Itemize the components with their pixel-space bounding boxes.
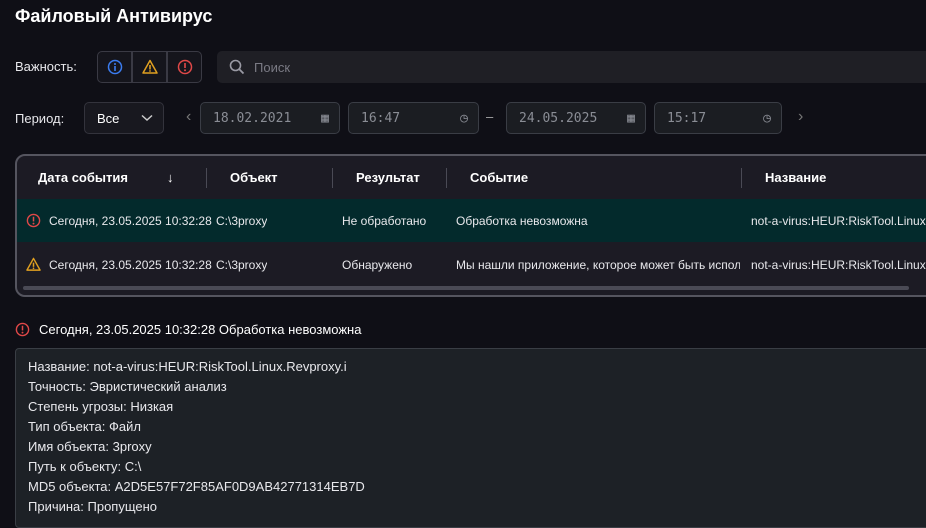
clock-icon[interactable]: ◷ bbox=[763, 111, 771, 126]
detail-heading: Сегодня, 23.05.2025 10:32:28 Обработка н… bbox=[39, 322, 362, 337]
cell-date: Сегодня, 23.05.2025 10:32:28 bbox=[49, 213, 212, 228]
time-to-value: 15:17 bbox=[667, 110, 707, 126]
next-period-button[interactable]: › bbox=[798, 108, 803, 126]
date-from-value: 18.02.2021 bbox=[213, 110, 292, 126]
events-table: Дата события ↓ Объект Результат Событие … bbox=[15, 154, 926, 297]
table-row[interactable]: Сегодня, 23.05.2025 10:32:28 C:\3proxy Н… bbox=[17, 199, 926, 242]
warning-icon bbox=[141, 59, 158, 74]
cell-object: C:\3proxy bbox=[216, 257, 268, 272]
severity-label: Важность: bbox=[15, 59, 77, 74]
date-to-value: 24.05.2025 bbox=[519, 110, 598, 126]
table-header: Дата события ↓ Объект Результат Событие … bbox=[17, 156, 926, 199]
search-placeholder: Поиск bbox=[254, 59, 291, 75]
cell-object: C:\3proxy bbox=[216, 213, 268, 228]
time-from-input[interactable]: 16:47 ◷ bbox=[348, 102, 479, 134]
detail-line: Тип объекта: Файл bbox=[28, 419, 141, 434]
range-dash: – bbox=[486, 109, 494, 124]
cell-name: not-a-virus:HEUR:RiskTool.Linux.Revproxy… bbox=[751, 257, 926, 272]
search-icon bbox=[229, 59, 245, 75]
detail-line: Путь к объекту: C:\ bbox=[28, 459, 142, 474]
error-icon bbox=[15, 322, 30, 337]
severity-warning-button[interactable] bbox=[132, 51, 167, 83]
period-value: Все bbox=[97, 110, 120, 126]
detail-line: Точность: Эвристический анализ bbox=[28, 379, 227, 394]
date-from-input[interactable]: 18.02.2021 ▦ bbox=[200, 102, 340, 134]
sort-desc-icon[interactable]: ↓ bbox=[167, 170, 174, 185]
warning-icon bbox=[26, 257, 41, 271]
error-icon bbox=[26, 213, 41, 228]
detail-line: Причина: Пропущено bbox=[28, 499, 158, 514]
cell-event: Мы нашли приложение, которое может быть … bbox=[456, 257, 740, 272]
detail-line: MD5 объекта: A2D5E57F72F85AF0D9AB4277131… bbox=[28, 479, 365, 494]
calendar-icon[interactable]: ▦ bbox=[627, 111, 635, 126]
cell-name: not-a-virus:HEUR:RiskTool.Linux.Revproxy… bbox=[751, 213, 926, 228]
clock-icon[interactable]: ◷ bbox=[460, 111, 468, 126]
horizontal-scrollbar[interactable] bbox=[23, 286, 909, 290]
cell-date: Сегодня, 23.05.2025 10:32:28 bbox=[49, 257, 212, 272]
cell-result: Не обработано bbox=[342, 213, 427, 228]
time-to-input[interactable]: 15:17 ◷ bbox=[654, 102, 782, 134]
detail-line: Название: not-a-virus:HEUR:RiskTool.Linu… bbox=[28, 359, 347, 374]
table-row[interactable]: Сегодня, 23.05.2025 10:32:28 C:\3proxy О… bbox=[17, 243, 926, 286]
prev-period-button[interactable]: ‹ bbox=[186, 108, 191, 126]
chevron-down-icon bbox=[141, 114, 153, 122]
severity-error-button[interactable] bbox=[167, 51, 202, 83]
date-to-input[interactable]: 24.05.2025 ▦ bbox=[506, 102, 646, 134]
detail-line: Степень угрозы: Низкая bbox=[28, 399, 174, 414]
column-header-date[interactable]: Дата события bbox=[38, 170, 128, 185]
severity-info-button[interactable] bbox=[97, 51, 132, 83]
column-header-event[interactable]: Событие bbox=[470, 170, 528, 185]
column-header-name[interactable]: Название bbox=[765, 170, 826, 185]
event-details: Название: not-a-virus:HEUR:RiskTool.Linu… bbox=[15, 348, 926, 528]
period-select[interactable]: Все bbox=[84, 102, 164, 134]
detail-line: Имя объекта: 3proxy bbox=[28, 439, 152, 454]
time-from-value: 16:47 bbox=[361, 110, 401, 126]
error-icon bbox=[177, 59, 192, 75]
info-icon bbox=[107, 59, 122, 75]
period-label: Период: bbox=[15, 111, 65, 126]
column-header-object[interactable]: Объект bbox=[230, 170, 278, 185]
search-input[interactable]: Поиск bbox=[217, 51, 926, 83]
calendar-icon[interactable]: ▦ bbox=[321, 111, 329, 126]
cell-result: Обнаружено bbox=[342, 257, 413, 272]
column-header-result[interactable]: Результат bbox=[356, 170, 420, 185]
page-title: Файловый Антивирус bbox=[15, 6, 213, 26]
cell-event: Обработка невозможна bbox=[456, 213, 588, 228]
